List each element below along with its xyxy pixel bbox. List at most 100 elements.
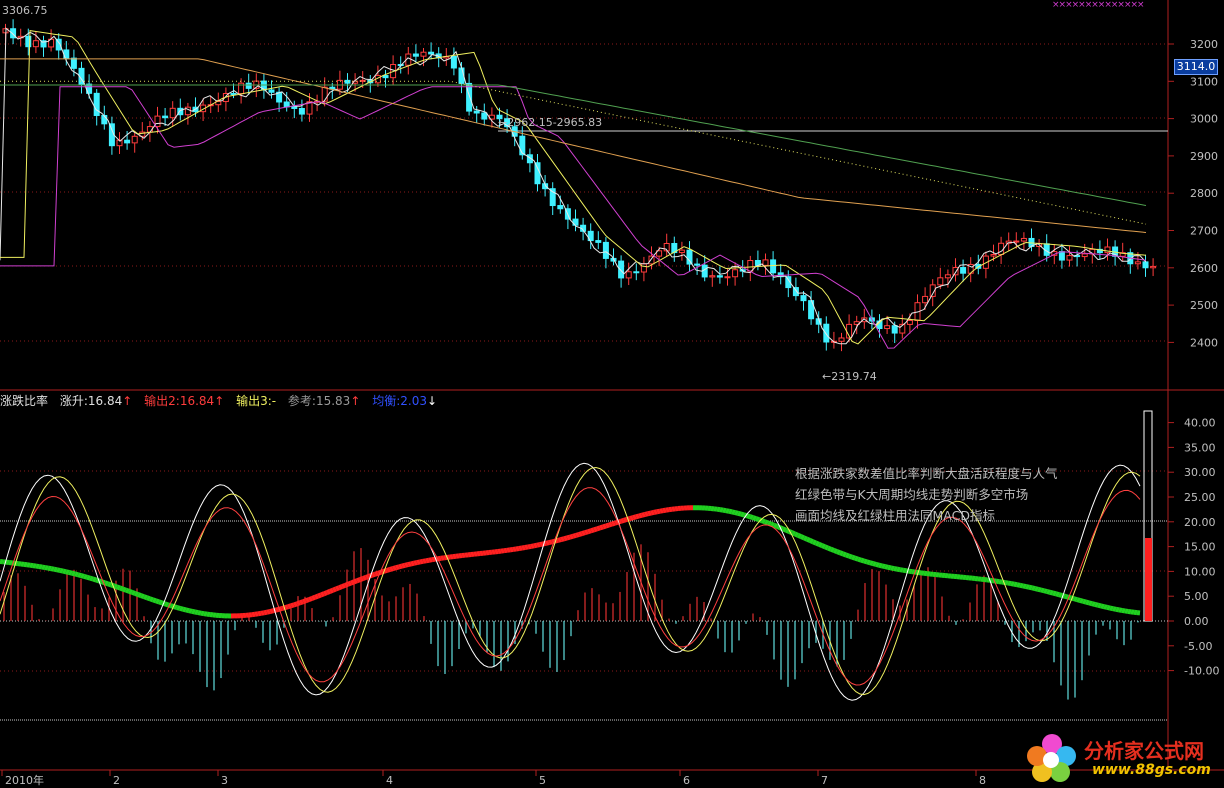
band-segment bbox=[722, 507, 727, 514]
band-segment bbox=[374, 570, 379, 577]
site-logo: 分析家公式网 www.88gs.com bbox=[1022, 730, 1222, 786]
band-segment bbox=[641, 512, 646, 518]
band-segment bbox=[857, 556, 862, 563]
band-segment bbox=[872, 561, 877, 567]
band-segment bbox=[86, 574, 91, 581]
band-segment bbox=[353, 578, 358, 585]
band-segment bbox=[731, 509, 736, 515]
candle bbox=[1058, 251, 1065, 261]
band-segment bbox=[1037, 586, 1042, 593]
indicator-axis-label: -10.00 bbox=[1184, 665, 1219, 678]
band-segment bbox=[755, 516, 760, 523]
candle bbox=[1020, 237, 1027, 242]
band-segment bbox=[356, 577, 361, 584]
band-segment bbox=[317, 592, 322, 599]
band-segment bbox=[767, 520, 772, 527]
band-segment bbox=[305, 597, 310, 603]
band-segment bbox=[1073, 596, 1078, 603]
band-segment bbox=[1040, 587, 1045, 594]
candle bbox=[291, 106, 298, 109]
band-segment bbox=[50, 566, 55, 572]
band-segment bbox=[875, 561, 880, 568]
band-segment bbox=[386, 567, 391, 573]
band-segment bbox=[1049, 589, 1054, 596]
band-segment bbox=[1088, 600, 1093, 607]
indicator-axis-label: 35.00 bbox=[1184, 441, 1216, 454]
band-segment bbox=[809, 538, 814, 545]
band-segment bbox=[164, 601, 169, 608]
candle bbox=[922, 295, 929, 304]
band-segment bbox=[398, 563, 403, 570]
band-segment bbox=[1094, 601, 1099, 608]
band-segment bbox=[335, 585, 340, 592]
candle bbox=[1013, 240, 1020, 243]
band-segment bbox=[1055, 591, 1060, 598]
band-segment bbox=[323, 590, 328, 597]
band-segment bbox=[125, 587, 130, 594]
band-segment bbox=[620, 517, 625, 524]
candle bbox=[230, 93, 237, 96]
band-segment bbox=[1019, 582, 1024, 589]
candle bbox=[93, 92, 100, 116]
band-segment bbox=[605, 522, 610, 529]
note-line: 画面均线及红绿柱用法同MACD指标 bbox=[795, 508, 995, 523]
price-axis-label: 2400 bbox=[1190, 336, 1218, 349]
band-segment bbox=[428, 557, 433, 563]
band-segment bbox=[308, 596, 313, 602]
band-segment bbox=[320, 591, 325, 598]
band-segment bbox=[290, 602, 295, 609]
band-segment bbox=[302, 598, 307, 605]
band-segment bbox=[854, 555, 859, 562]
band-segment bbox=[143, 594, 148, 601]
band-segment bbox=[1064, 593, 1069, 600]
band-segment bbox=[1025, 584, 1030, 590]
band-segment bbox=[866, 559, 871, 566]
band-segment bbox=[1079, 598, 1084, 604]
candle bbox=[473, 110, 480, 114]
band-segment bbox=[746, 513, 751, 520]
candle bbox=[344, 79, 351, 84]
band-segment bbox=[89, 575, 94, 582]
top-price-label: 3306.75 bbox=[2, 4, 48, 17]
band-segment bbox=[599, 524, 604, 531]
band-segment bbox=[185, 607, 190, 614]
band-segment bbox=[83, 573, 88, 580]
band-segment bbox=[41, 564, 46, 571]
note-line: 红绿色带与K大周期均线走势判断多空市场 bbox=[795, 487, 1029, 502]
band-segment bbox=[560, 536, 565, 543]
band-segment bbox=[764, 519, 769, 526]
band-segment bbox=[812, 539, 817, 546]
band-segment bbox=[113, 583, 118, 590]
band-segment bbox=[890, 565, 895, 571]
indicator-equilibrium: 均衡:2.03 bbox=[372, 394, 427, 408]
band-segment bbox=[293, 601, 298, 608]
band-segment bbox=[644, 511, 649, 517]
band-segment bbox=[578, 531, 583, 537]
band-segment bbox=[623, 517, 628, 523]
band-segment bbox=[128, 588, 133, 595]
band-segment bbox=[296, 600, 301, 607]
band-segment bbox=[416, 559, 421, 566]
band-segment bbox=[191, 608, 196, 615]
candle bbox=[1150, 265, 1157, 269]
band-segment bbox=[140, 593, 145, 600]
band-segment bbox=[611, 520, 616, 527]
band-segment bbox=[575, 532, 580, 538]
time-axis-label: 3 bbox=[221, 774, 228, 787]
band-segment bbox=[545, 540, 550, 546]
band-segment bbox=[152, 597, 157, 604]
candle bbox=[428, 51, 435, 55]
time-axis-label: 7 bbox=[821, 774, 828, 787]
band-segment bbox=[68, 570, 73, 576]
candle bbox=[960, 267, 967, 274]
band-segment bbox=[263, 609, 268, 616]
band-segment bbox=[1046, 589, 1051, 595]
band-segment bbox=[137, 592, 142, 598]
candle bbox=[633, 271, 640, 274]
candle bbox=[595, 240, 602, 243]
band-segment bbox=[587, 528, 592, 535]
band-segment bbox=[869, 560, 874, 566]
band-segment bbox=[425, 557, 430, 564]
band-segment bbox=[803, 535, 808, 542]
band-segment bbox=[539, 541, 544, 548]
